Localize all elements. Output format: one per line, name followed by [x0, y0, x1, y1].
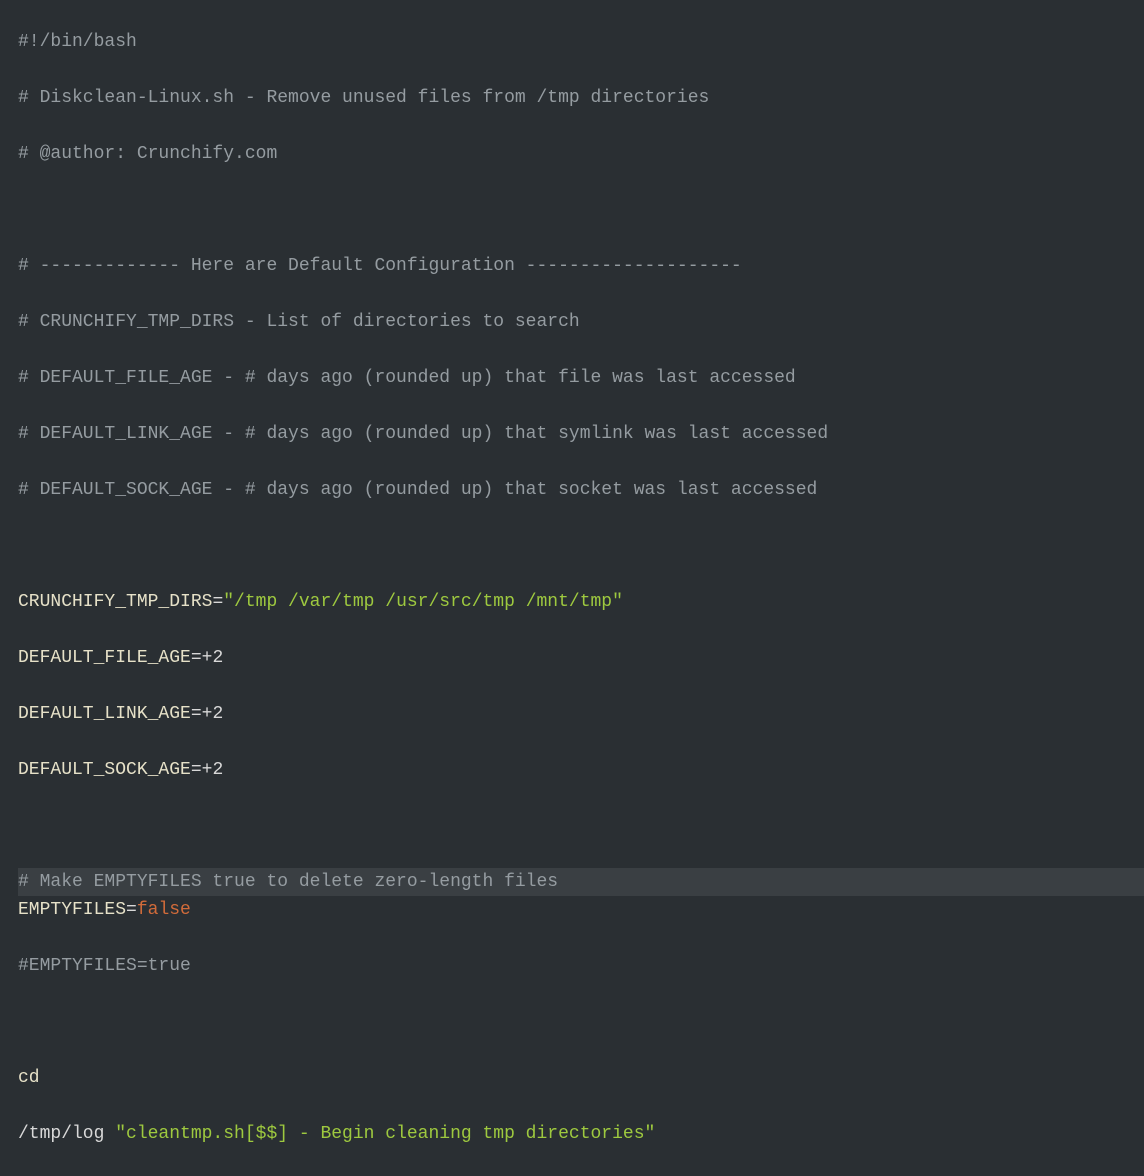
code-line[interactable]: [18, 532, 1144, 560]
operator: =: [191, 760, 202, 780]
code-line[interactable]: # ------------- Here are Default Configu…: [18, 252, 1144, 280]
value: +2: [202, 704, 224, 724]
editor-gutter: [0, 0, 18, 642]
operator: =: [191, 648, 202, 668]
variable-name: CRUNCHIFY_TMP_DIRS: [18, 592, 212, 612]
code-line[interactable]: # DEFAULT_FILE_AGE - # days ago (rounded…: [18, 364, 1144, 392]
code-line[interactable]: # Diskclean-Linux.sh - Remove unused fil…: [18, 84, 1144, 112]
code-line[interactable]: #!/bin/bash: [18, 28, 1144, 56]
operator: =: [212, 592, 223, 612]
operator: =: [191, 704, 202, 724]
code-line[interactable]: #EMPTYFILES=true: [18, 952, 1144, 980]
operator: =: [126, 900, 137, 920]
code-editor[interactable]: #!/bin/bash # Diskclean-Linux.sh - Remov…: [18, 0, 1144, 642]
comment: # DEFAULT_LINK_AGE - # days ago (rounded…: [18, 424, 828, 444]
variable-name: DEFAULT_FILE_AGE: [18, 648, 191, 668]
code-line[interactable]: # @author: Crunchify.com: [18, 140, 1144, 168]
code-line[interactable]: [18, 1008, 1144, 1036]
code-line[interactable]: DEFAULT_SOCK_AGE=+2: [18, 756, 1144, 784]
code-line[interactable]: # DEFAULT_SOCK_AGE - # days ago (rounded…: [18, 476, 1144, 504]
path: /tmp/log: [18, 1124, 115, 1144]
boolean: false: [137, 900, 191, 920]
code-line-highlighted[interactable]: # Make EMPTYFILES true to delete zero-le…: [18, 868, 1144, 896]
code-line[interactable]: DEFAULT_FILE_AGE=+2: [18, 644, 1144, 672]
variable-name: DEFAULT_LINK_AGE: [18, 704, 191, 724]
shebang: #!/bin/bash: [18, 32, 137, 52]
comment: # CRUNCHIFY_TMP_DIRS - List of directori…: [18, 312, 580, 332]
code-line[interactable]: EMPTYFILES=false: [18, 896, 1144, 924]
comment: # @author: Crunchify.com: [18, 144, 277, 164]
string-literal: "/tmp /var/tmp /usr/src/tmp /mnt/tmp": [223, 592, 623, 612]
comment: # DEFAULT_FILE_AGE - # days ago (rounded…: [18, 368, 796, 388]
string-literal: "cleantmp.sh[$$] - Begin cleaning tmp di…: [115, 1124, 655, 1144]
code-line[interactable]: # DEFAULT_LINK_AGE - # days ago (rounded…: [18, 420, 1144, 448]
code-line[interactable]: CRUNCHIFY_TMP_DIRS="/tmp /var/tmp /usr/s…: [18, 588, 1144, 616]
code-line[interactable]: cd: [18, 1064, 1144, 1092]
code-line[interactable]: # CRUNCHIFY_TMP_DIRS - List of directori…: [18, 308, 1144, 336]
value: +2: [202, 648, 224, 668]
code-line[interactable]: DEFAULT_LINK_AGE=+2: [18, 700, 1144, 728]
comment: # ------------- Here are Default Configu…: [18, 256, 742, 276]
code-line[interactable]: [18, 196, 1144, 224]
value: +2: [202, 760, 224, 780]
comment: # DEFAULT_SOCK_AGE - # days ago (rounded…: [18, 480, 817, 500]
comment: # Make EMPTYFILES true to delete zero-le…: [18, 872, 558, 892]
variable-name: EMPTYFILES: [18, 900, 126, 920]
code-line[interactable]: /tmp/log "cleantmp.sh[$$] - Begin cleani…: [18, 1120, 1144, 1148]
comment: #EMPTYFILES=true: [18, 956, 191, 976]
comment: # Diskclean-Linux.sh - Remove unused fil…: [18, 88, 709, 108]
command: cd: [18, 1068, 40, 1088]
code-line[interactable]: [18, 812, 1144, 840]
variable-name: DEFAULT_SOCK_AGE: [18, 760, 191, 780]
